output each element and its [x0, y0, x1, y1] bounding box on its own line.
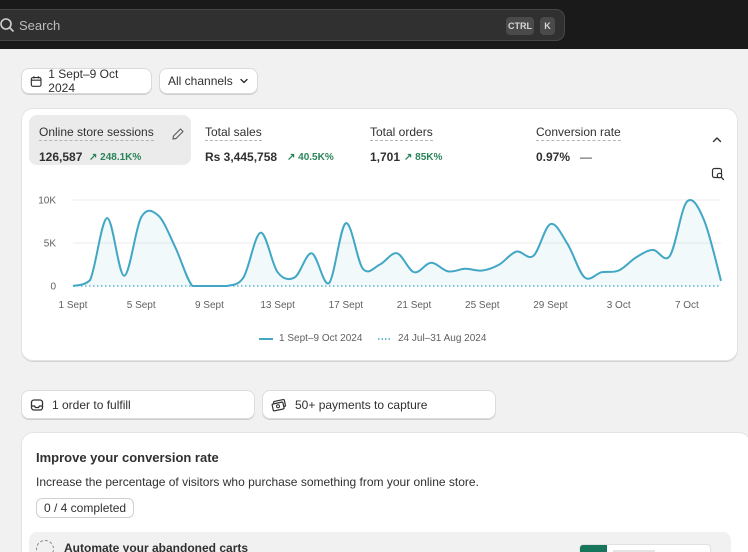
x-tick-label: 3 Oct — [607, 300, 631, 311]
search-bar[interactable]: Search CTRL K — [0, 9, 565, 41]
chart-inspect-icon[interactable] — [711, 167, 725, 181]
metric-value: 1,701 — [370, 150, 401, 164]
metric-label: Total sales — [205, 125, 262, 141]
analytics-card: Online store sessions 126,587 ↗ 248.1K% … — [21, 108, 738, 361]
search-icon — [0, 18, 14, 32]
x-tick-label: 7 Oct — [675, 300, 699, 311]
cash-icon — [271, 398, 287, 411]
incomplete-circle-icon[interactable] — [36, 540, 54, 552]
x-tick-label: 21 Sept — [397, 300, 432, 311]
sessions-line-chart[interactable]: 10K 5K 01 Sept 5 Sept 9 Sept 13 Sept 17 Sept 21… — [21, 183, 738, 333]
illustration-accent — [580, 545, 607, 552]
top-bar: Search CTRL K — [0, 0, 748, 49]
legend-previous: 24 Jul–31 Aug 2024 — [378, 333, 486, 344]
y-tick-label: 5K — [44, 239, 57, 250]
shortcut-ctrl-key: CTRL — [506, 17, 534, 35]
y-tick-label: 10K — [38, 196, 56, 207]
metric-delta: ↗ 248.1K% — [89, 152, 142, 163]
metric-value: 126,587 — [39, 150, 83, 164]
chevron-down-icon — [240, 78, 248, 84]
metric-delta: — — [580, 150, 592, 164]
calendar-icon — [30, 75, 42, 87]
date-range-label: 1 Sept–9 Oct 2024 — [48, 67, 119, 95]
metric-delta: ↗ 85K% — [404, 152, 443, 163]
payments-to-capture-button[interactable]: 50+ payments to capture — [262, 390, 496, 419]
legend-dotted-swatch — [378, 337, 392, 340]
x-tick-label: 13 Sept — [260, 300, 295, 311]
improve-description: Increase the percentage of visitors who … — [36, 475, 479, 489]
x-tick-label: 1 Sept — [59, 300, 88, 311]
date-range-button[interactable]: 1 Sept–9 Oct 2024 — [21, 67, 152, 95]
metric-value: 0.97% — [536, 150, 571, 164]
x-tick-label: 5 Sept — [127, 300, 156, 311]
pencil-icon[interactable] — [171, 127, 185, 141]
inbox-icon — [30, 398, 44, 411]
x-tick-label: 25 Sept — [465, 300, 500, 311]
metric-label: Online store sessions — [39, 125, 154, 141]
metric-label: Total orders — [370, 125, 433, 141]
channels-label: All channels — [168, 74, 233, 88]
metric-online-store-sessions[interactable]: Online store sessions 126,587 ↗ 248.1K% — [29, 115, 191, 165]
legend-previous-label: 24 Jul–31 Aug 2024 — [398, 333, 487, 344]
metric-label: Conversion rate — [536, 125, 621, 141]
y-tick-label: 0 — [50, 282, 56, 293]
metric-total-sales[interactable]: Total sales Rs 3,445,758 ↗ 40.5K% — [195, 115, 355, 165]
x-tick-label: 17 Sept — [329, 300, 364, 311]
metric-value: Rs 3,445,758 — [205, 150, 278, 164]
legend-current: 1 Sept–9 Oct 2024 — [259, 333, 362, 344]
shortcut-k-key: K — [540, 17, 555, 35]
improve-conversion-card: Improve your conversion rate Increase th… — [21, 432, 748, 552]
x-tick-label: 9 Sept — [195, 300, 224, 311]
orders-to-fulfill-label: 1 order to fulfill — [52, 397, 131, 412]
progress-badge: 0 / 4 completed — [36, 498, 134, 518]
chevron-up-icon[interactable] — [710, 133, 724, 147]
metric-conversion-rate[interactable]: Conversion rate 0.97% — — [526, 115, 686, 165]
search-placeholder[interactable]: Search — [19, 18, 60, 33]
legend-solid-swatch — [259, 337, 273, 340]
task-illustration — [580, 545, 710, 552]
x-tick-label: 29 Sept — [533, 300, 568, 311]
legend-current-label: 1 Sept–9 Oct 2024 — [279, 333, 363, 344]
metric-delta: ↗ 40.5K% — [287, 152, 334, 163]
setup-task-label: Automate your abandoned carts — [64, 541, 249, 552]
payments-to-capture-label: 50+ payments to capture — [295, 397, 428, 412]
setup-task-row[interactable]: Automate your abandoned carts — [29, 532, 731, 552]
improve-title: Improve your conversion rate — [36, 450, 219, 465]
channels-dropdown[interactable]: All channels — [159, 68, 258, 94]
orders-to-fulfill-button[interactable]: 1 order to fulfill — [21, 390, 255, 419]
metric-total-orders[interactable]: Total orders 1,701 ↗ 85K% — [360, 115, 520, 165]
